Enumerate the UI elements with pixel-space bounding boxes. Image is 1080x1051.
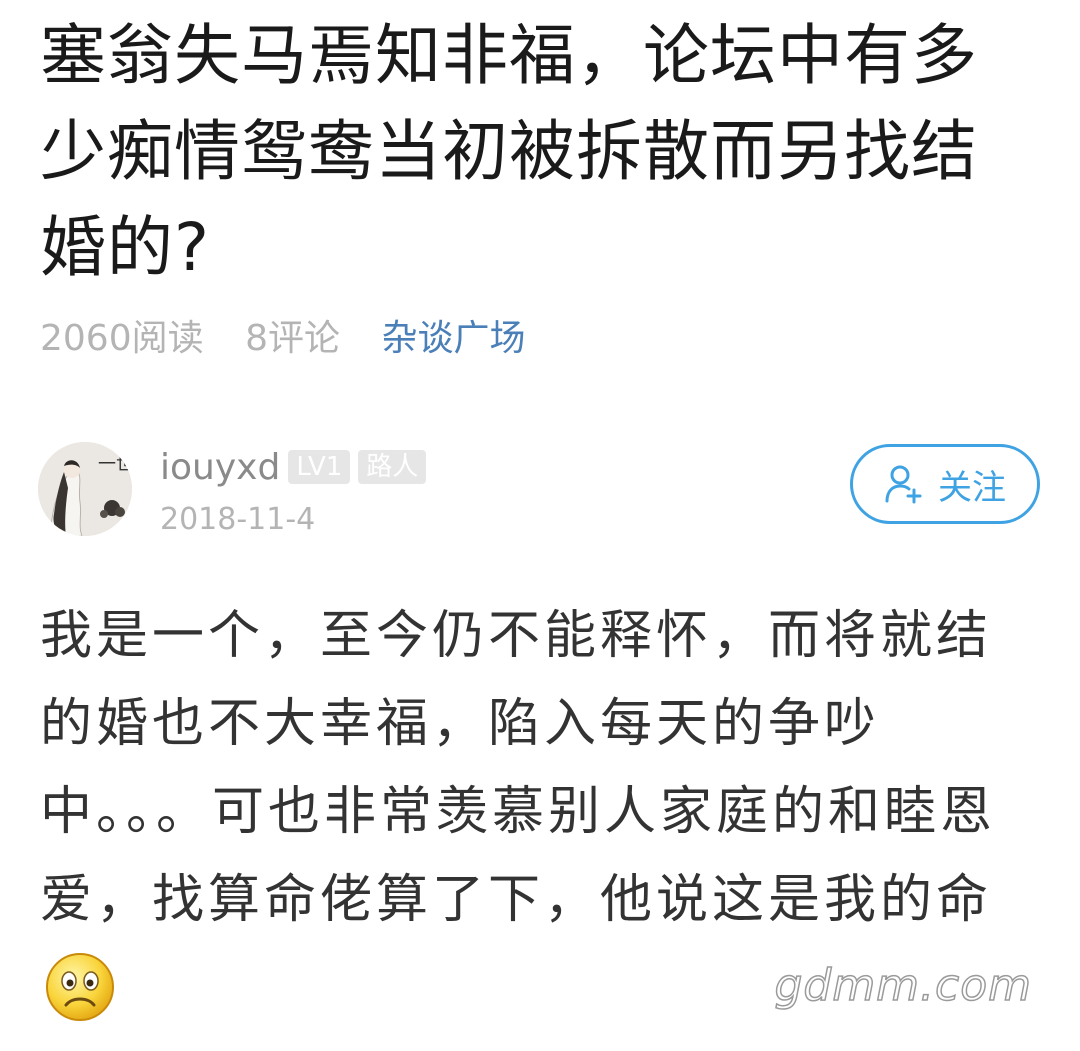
watermark: gdmm.com [774, 959, 1032, 1012]
follow-button[interactable]: 关注 [850, 444, 1040, 524]
category-link[interactable]: 杂谈广场 [381, 318, 525, 359]
svg-text:一世书伤: 一世书伤 [98, 454, 132, 475]
add-user-icon [884, 464, 924, 504]
username-text[interactable]: iouyxd [160, 447, 280, 488]
author-username[interactable]: iouyxd LV1 路人 [160, 446, 427, 490]
rank-badge: 路人 [358, 450, 427, 484]
comment-count[interactable]: 8评论 [245, 318, 340, 359]
read-count: 2060阅读 [40, 318, 204, 359]
post-title: 塞翁失马焉知非福，论坛中有多少痴情鸳鸯当初被拆散而另找结婚的? [40, 17, 978, 286]
avatar[interactable]: 一世书伤 [38, 442, 132, 536]
post-body-text: 我是一个，至今仍不能释怀，而将就结的婚也不大幸福，陷入每天的争吵中。。。可也非常… [40, 606, 997, 930]
author-bar: 一世书伤 iouyxdLV1路人 2018-11-4 关注 [38, 442, 1048, 542]
frowning-face-icon [44, 951, 116, 1023]
level-badge: LV1 [288, 450, 351, 484]
follow-label: 关注 [938, 467, 1006, 508]
post-date: 2018-11-4 [160, 502, 316, 537]
post-meta: 2060阅读 8评论 杂谈广场 [40, 314, 555, 364]
